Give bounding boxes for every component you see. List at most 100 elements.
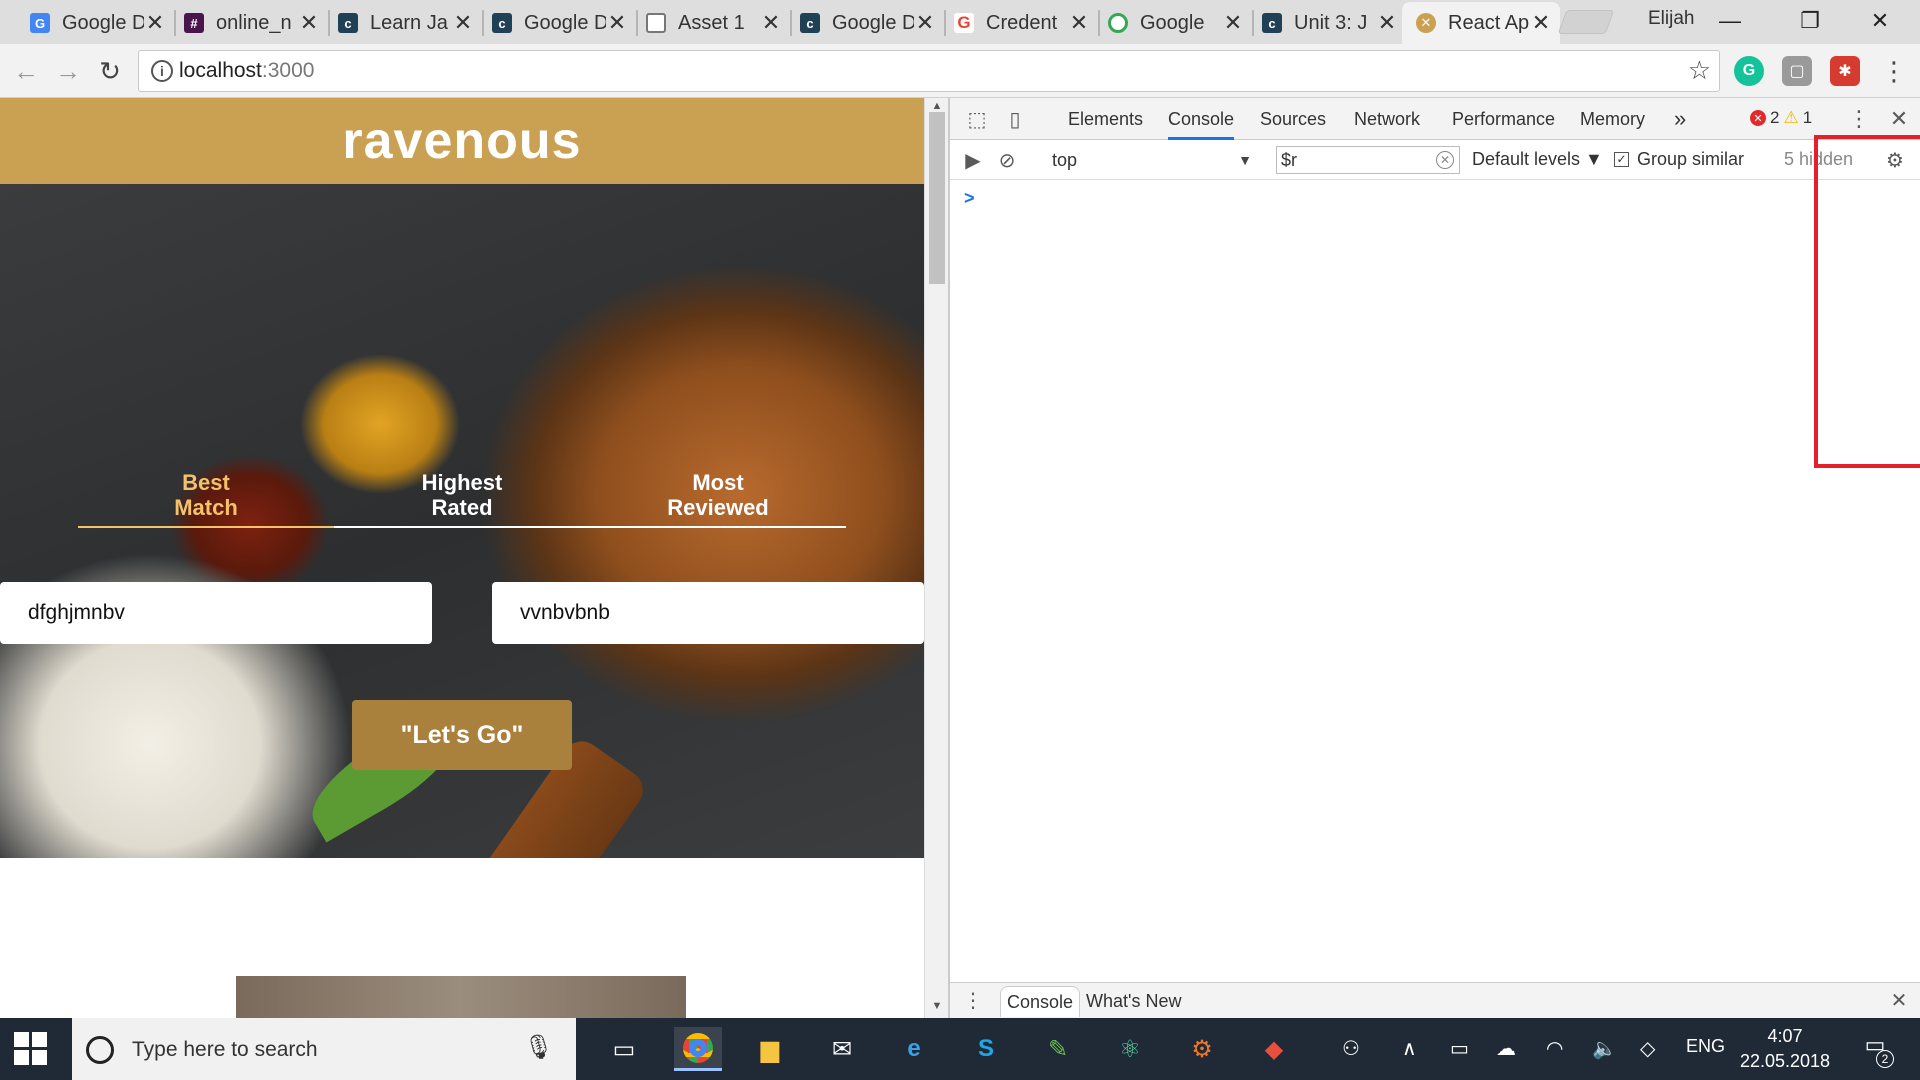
- scroll-up-icon[interactable]: ▲: [925, 100, 949, 112]
- browser-tab[interactable]: c Google D ✕: [478, 2, 638, 44]
- scroll-down-icon[interactable]: ▼: [925, 1000, 949, 1012]
- devtools-tab-performance[interactable]: Performance: [1452, 98, 1555, 140]
- minimize-icon[interactable]: —: [1700, 4, 1760, 38]
- search-term-input[interactable]: dfghjmnbv: [0, 582, 432, 644]
- action-center-icon[interactable]: ▭ 2: [1858, 1032, 1894, 1068]
- tab-close-icon[interactable]: ✕: [760, 10, 782, 36]
- taskbar-clock[interactable]: 4:07 22.05.2018: [1732, 1024, 1838, 1074]
- lets-go-button[interactable]: "Let's Go": [352, 700, 572, 770]
- error-count: 2: [1770, 108, 1780, 127]
- tab-close-icon[interactable]: ✕: [144, 10, 166, 36]
- wifi-icon[interactable]: ◠: [1546, 1036, 1563, 1061]
- context-select[interactable]: top ▼: [1052, 144, 1262, 176]
- devtools-tab-memory[interactable]: Memory: [1580, 98, 1645, 140]
- git-icon[interactable]: ◆: [1250, 1027, 1298, 1071]
- browser-tab[interactable]: c Google D ✕: [786, 2, 946, 44]
- file-explorer-icon[interactable]: ▆: [746, 1027, 794, 1071]
- browser-tab[interactable]: Google ✕: [1094, 2, 1254, 44]
- browser-tab-active[interactable]: ✕ React Ap ✕: [1402, 2, 1560, 44]
- extension-icon[interactable]: ▢: [1782, 56, 1812, 86]
- sort-option-best-match[interactable]: Best Match: [78, 470, 334, 520]
- log-levels-dropdown[interactable]: Default levels ▼: [1472, 149, 1603, 170]
- tab-close-icon[interactable]: ✕: [452, 10, 474, 36]
- back-icon[interactable]: ←: [8, 53, 44, 89]
- tab-close-icon[interactable]: ✕: [1222, 10, 1244, 36]
- scrollbar-thumb[interactable]: [929, 112, 945, 284]
- inspect-element-icon[interactable]: ⬚: [964, 106, 990, 132]
- chrome-taskbar-icon[interactable]: [674, 1027, 722, 1071]
- tab-close-icon[interactable]: ✕: [298, 10, 320, 36]
- grammarly-extension-icon[interactable]: G: [1734, 56, 1764, 86]
- mail-icon[interactable]: ✉: [818, 1027, 866, 1071]
- windows-start-icon[interactable]: [14, 1032, 48, 1066]
- drawer-tab-console[interactable]: Console: [1000, 986, 1081, 1017]
- chrome-menu-icon[interactable]: ⋮: [1876, 53, 1912, 89]
- page-viewport: ravenous Best Match Highest Rated Most R…: [0, 98, 924, 1018]
- device-toolbar-icon[interactable]: ▯: [1002, 106, 1028, 132]
- window-close-icon[interactable]: ✕: [1850, 4, 1910, 38]
- microphone-icon[interactable]: 🎙: [524, 1033, 554, 1062]
- browser-tab-title: Google D: [524, 11, 606, 34]
- show-sidebar-icon[interactable]: ▶: [960, 147, 986, 173]
- tab-close-icon[interactable]: ✕: [1530, 10, 1552, 36]
- profile-name[interactable]: Elijah: [1648, 8, 1694, 30]
- sort-option-highest-rated[interactable]: Highest Rated: [334, 470, 590, 520]
- skype-icon[interactable]: S: [962, 1027, 1010, 1071]
- tab-close-icon[interactable]: ✕: [606, 10, 628, 36]
- task-view-icon[interactable]: ▭: [600, 1027, 648, 1071]
- drawer-close-icon[interactable]: ✕: [1886, 987, 1912, 1013]
- browser-tab[interactable]: # online_n ✕: [170, 2, 330, 44]
- reload-icon[interactable]: ↻: [92, 53, 128, 89]
- sort-option-most-reviewed[interactable]: Most Reviewed: [590, 470, 846, 520]
- group-similar-checkbox[interactable]: ✓ Group similar: [1614, 149, 1744, 170]
- dropbox-icon[interactable]: ◇: [1640, 1036, 1655, 1061]
- new-tab-button[interactable]: [1557, 10, 1615, 34]
- devtools-tab-sources[interactable]: Sources: [1260, 98, 1326, 140]
- bookmark-star-icon[interactable]: ☆: [1688, 55, 1711, 86]
- devtools-tab-elements[interactable]: Elements: [1068, 98, 1143, 140]
- checkbox-checked-icon[interactable]: ✓: [1614, 152, 1629, 167]
- paint-icon[interactable]: ✎: [1034, 1027, 1082, 1071]
- page-scrollbar[interactable]: ▲ ▼: [924, 98, 948, 1018]
- restore-icon[interactable]: ❐: [1780, 4, 1840, 38]
- react-devtools-extension-icon[interactable]: ✱: [1830, 56, 1860, 86]
- tab-close-icon[interactable]: ✕: [914, 10, 936, 36]
- onedrive-icon[interactable]: ☁: [1496, 1036, 1516, 1061]
- console-prompt[interactable]: >: [964, 188, 975, 209]
- console-filter-input[interactable]: $r: [1276, 146, 1460, 174]
- more-tabs-icon[interactable]: »: [1674, 98, 1686, 140]
- sort-option-label: Highest: [421, 470, 503, 495]
- internet-explorer-icon[interactable]: e: [890, 1027, 938, 1071]
- language-indicator[interactable]: ENG: [1686, 1036, 1725, 1057]
- devtools-close-icon[interactable]: ✕: [1886, 106, 1912, 132]
- browser-tab-title: Google: [1140, 11, 1205, 34]
- devtools-tab-network[interactable]: Network: [1354, 98, 1420, 140]
- drawer-menu-icon[interactable]: ⋮: [960, 987, 986, 1013]
- battery-icon[interactable]: ▭: [1450, 1036, 1469, 1061]
- atom-icon[interactable]: ⚛: [1106, 1027, 1154, 1071]
- issue-counts[interactable]: ✕ 2 ⚠ 1: [1750, 108, 1812, 128]
- console-settings-gear-icon[interactable]: ⚙: [1882, 147, 1908, 173]
- settings-app-icon[interactable]: ⚙: [1178, 1027, 1226, 1071]
- browser-tab[interactable]: G Credent ✕: [940, 2, 1100, 44]
- taskbar-search-box[interactable]: Type here to search 🎙: [72, 1018, 576, 1080]
- browser-tab[interactable]: c Learn Ja ✕: [324, 2, 484, 44]
- devtools-tab-console[interactable]: Console: [1168, 98, 1235, 140]
- browser-tab[interactable]: c Unit 3: J ✕: [1248, 2, 1406, 44]
- devtools-menu-icon[interactable]: ⋮: [1846, 106, 1872, 132]
- people-icon[interactable]: ⚇: [1342, 1036, 1360, 1061]
- address-bar[interactable]: i localhost:3000 ☆: [138, 50, 1720, 92]
- site-info-icon[interactable]: i: [151, 60, 173, 82]
- clear-filter-icon[interactable]: ✕: [1436, 151, 1454, 169]
- browser-tab-title: Asset 1: [678, 11, 745, 34]
- clear-console-icon[interactable]: ⊘: [994, 147, 1020, 173]
- forward-icon[interactable]: →: [50, 53, 86, 89]
- browser-tab[interactable]: Asset 1 ✕: [632, 2, 792, 44]
- volume-icon[interactable]: 🔈: [1592, 1036, 1617, 1061]
- tab-close-icon[interactable]: ✕: [1068, 10, 1090, 36]
- tab-close-icon[interactable]: ✕: [1376, 10, 1398, 36]
- chevron-up-icon[interactable]: ∧: [1402, 1036, 1417, 1061]
- browser-tab[interactable]: G Google D ✕: [16, 2, 176, 44]
- drawer-tab-whats-new[interactable]: What's New: [1080, 986, 1187, 1017]
- search-location-input[interactable]: vvnbvbnb: [492, 582, 924, 644]
